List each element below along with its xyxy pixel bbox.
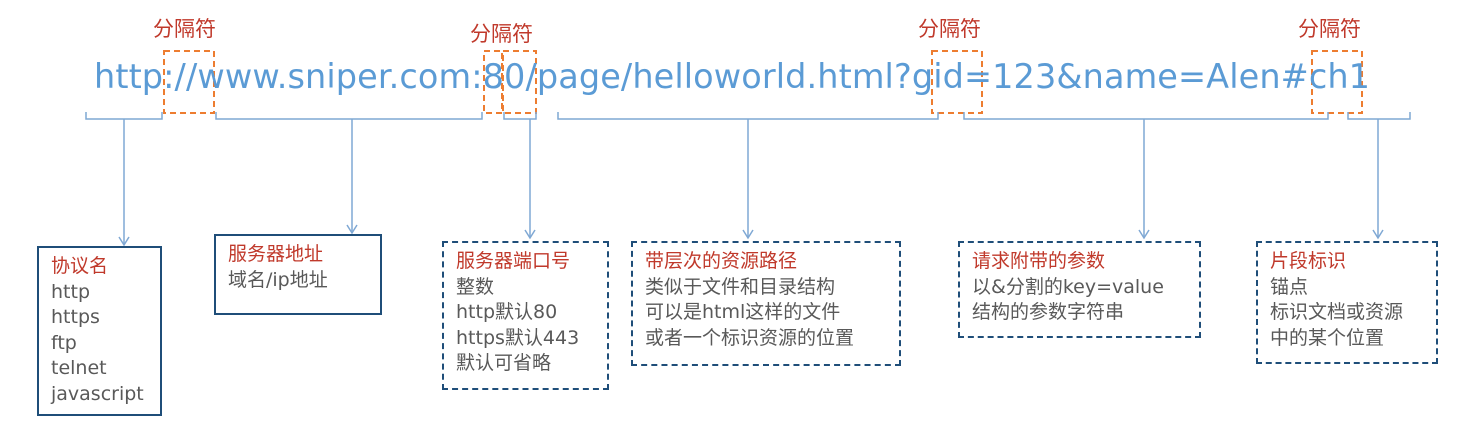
component-line: 以&分割的key=value — [972, 275, 1164, 298]
component-box-host: 服务器地址 域名/ip地址 — [214, 234, 382, 315]
bracket-query — [963, 112, 1329, 120]
component-box-fragment: 片段标识 锚点 标识文档或资源 中的某个位置 — [1256, 241, 1438, 364]
component-line: javascript — [51, 382, 144, 405]
component-title-port: 服务器端口号 — [456, 250, 571, 272]
component-line: 结构的参数字符串 — [972, 301, 1125, 323]
component-line: telnet — [51, 357, 107, 379]
component-line: 类似于文件和目录结构 — [645, 275, 836, 298]
component-line: 中的某个位置 — [1270, 326, 1385, 349]
component-title-query: 请求附带的参数 — [972, 250, 1106, 272]
component-line: https默认443 — [456, 326, 580, 349]
component-title-fragment: 片段标识 — [1270, 250, 1347, 272]
component-box-protocol: 协议名 http https ftp telnet javascript — [37, 246, 162, 416]
component-box-path: 带层次的资源路径 类似于文件和目录结构 可以是html这样的文件 或者一个标识资… — [631, 241, 901, 366]
component-line: 标识文档或资源 — [1270, 301, 1404, 323]
bracket-protocol — [85, 112, 163, 120]
bracket-host — [215, 112, 483, 120]
component-line: http默认80 — [456, 301, 558, 323]
component-line: https — [51, 306, 100, 328]
separator-label-port: 分隔符 — [470, 22, 533, 46]
component-title-host: 服务器地址 — [228, 243, 324, 265]
component-line: 默认可省略 — [456, 352, 552, 374]
separator-label-fragment: 分隔符 — [1298, 17, 1361, 41]
component-line: 域名/ip地址 — [228, 268, 328, 291]
component-title-protocol: 协议名 — [51, 255, 109, 277]
url-structure-diagram: 分隔符 分隔符 分隔符 分隔符 http://www.sniper.com:80… — [0, 0, 1472, 446]
component-box-port: 服务器端口号 整数 http默认80 https默认443 默认可省略 — [442, 241, 609, 390]
component-line: 锚点 — [1270, 275, 1309, 298]
bracket-fragment — [1347, 112, 1411, 120]
component-title-path: 带层次的资源路径 — [645, 250, 798, 272]
component-box-query: 请求附带的参数 以&分割的key=value 结构的参数字符串 — [958, 241, 1201, 338]
component-line: 可以是html这样的文件 — [645, 301, 841, 323]
component-line: 整数 — [456, 275, 495, 298]
separator-label-query: 分隔符 — [918, 17, 981, 41]
separator-label-protocol: 分隔符 — [153, 17, 216, 41]
bracket-path — [557, 112, 939, 120]
component-line: ftp — [51, 331, 77, 354]
example-url: http://www.sniper.com:80/page/helloworld… — [94, 57, 1371, 96]
component-line: 或者一个标识资源的位置 — [645, 326, 855, 349]
component-line: http — [51, 280, 91, 303]
